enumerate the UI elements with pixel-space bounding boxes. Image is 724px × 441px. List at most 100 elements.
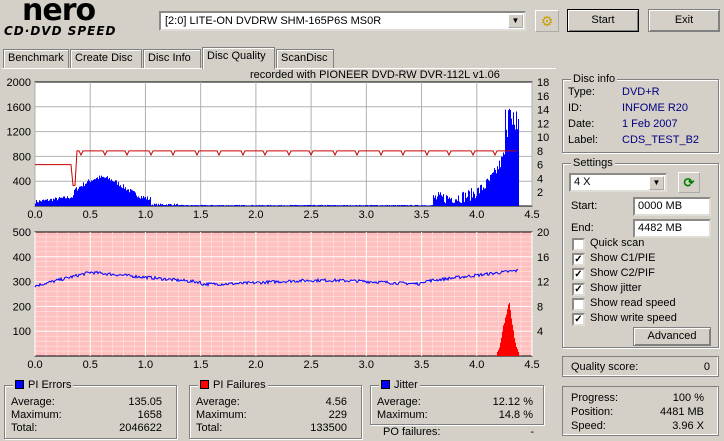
x-tick: 2.5 [303,209,318,221]
pie-swatch [15,380,24,389]
jitter-title: Jitter [394,379,418,391]
y-right-tick: 12 [537,277,549,289]
drive-select-value: [2:0] LITE-ON DVDRW SHM-165P6S MS0R [165,15,382,27]
x-tick: 3.0 [359,359,374,370]
exit-button[interactable]: Exit [648,9,720,32]
x-tick: 4.5 [524,359,539,370]
show-pie-label: Show C1/PIE [590,252,656,264]
y-left-tick: 400 [13,252,31,264]
end-input[interactable]: 4482 MB [633,219,711,238]
tab-scandisc[interactable]: ScanDisc [276,49,334,68]
progress-value: 100 % [672,392,704,404]
y-right-tick: 4 [537,173,543,185]
y-left-tick: 1200 [7,127,31,139]
chevron-down-icon[interactable]: ▼ [649,176,664,190]
show-pif-label: Show C2/PIF [590,267,655,279]
disc-label-label: Label: [568,134,598,146]
refresh-speed-button[interactable]: ⟳ [678,172,700,193]
x-tick: 4.0 [469,209,484,221]
position-label: Position: [571,406,614,418]
y-left-tick: 100 [13,326,31,338]
disc-type-label: Type: [568,86,595,98]
disc-type-value: DVD+R [622,86,660,98]
tab-benchmark[interactable]: Benchmark [3,49,69,68]
x-tick: 2.0 [248,359,263,370]
jitter-maximum-value: 14.8 % [498,409,533,421]
y-right-tick: 18 [537,77,549,89]
x-tick: 0.5 [83,209,98,221]
pi-failures-group: PI Failures Average: 4.56 Maximum: 229 T… [189,379,362,439]
pif-maximum-label: Maximum: [196,409,247,421]
y-right-tick: 6 [537,160,543,172]
disc-id-label: ID: [568,102,583,114]
x-tick: 2.0 [248,209,263,221]
jitter-maximum-label: Maximum: [377,409,428,421]
progress-label: Progress: [571,392,619,404]
settings-title: Settings [571,157,615,169]
pie-graph: 2000 1600 1200 800 400 18 16 1412 10 8 64 2 0.0 0.5 1.… [7,77,550,221]
y-right-tick: 20 [537,227,549,239]
position-value: 4481 MB [659,406,704,418]
advanced-button[interactable]: Advanced [633,327,711,346]
chevron-down-icon[interactable]: ▼ [508,14,523,28]
jitter-legend: Jitter [379,379,420,391]
jitter-average-value: 12.12 % [492,396,533,408]
y-right-tick: 16 [537,252,549,264]
quality-score-value: 0 [703,361,710,373]
y-left-tick: 800 [13,151,31,163]
x-tick: 3.5 [414,209,429,221]
show-jitter-checkbox[interactable]: ✓ [572,283,585,296]
show-pie-checkbox[interactable]: ✓ [572,253,585,266]
pif-total-value: 133500 [310,422,347,434]
y-right-tick: 16 [537,91,549,103]
tab-disc-info[interactable]: Disc Info [143,49,201,68]
y-left-tick: 300 [13,277,31,289]
pif-plot-area [34,231,533,357]
x-tick: 1.5 [193,359,208,370]
quality-score-box: Quality score: 0 [562,356,719,377]
jitter-group: Jitter Average: 12.12 % Maximum: 14.8 % [370,379,544,425]
show-pif-checkbox[interactable]: ✓ [572,268,585,281]
quality-score-label: Quality score: [571,361,639,373]
disc-label-value: CDS_TEST_B2 [622,134,700,146]
x-tick: 0.0 [27,209,42,221]
quick-scan-checkbox[interactable] [572,238,585,251]
pi-errors-group: PI Errors Average: 135.05 Maximum: 1658 … [4,379,177,439]
progress-box: Progress: 100 % Position: 4481 MB Speed:… [562,386,719,436]
y-right-tick: 2 [537,187,543,199]
speed-label: Speed: [571,420,606,432]
pi-failures-legend: PI Failures [198,379,268,391]
pie-maximum-label: Maximum: [11,409,62,421]
y-right-tick: 12 [537,118,549,130]
speed-select[interactable]: 4 X ▼ [569,173,667,192]
y-left-tick: 1600 [7,102,31,114]
y-right-tick: 8 [537,301,543,313]
show-read-speed-checkbox[interactable] [572,298,585,311]
start-input[interactable]: 0000 MB [633,197,711,216]
pie-total-value: 2046622 [119,422,162,434]
show-read-speed-label: Show read speed [590,297,676,309]
pie-average-value: 135.05 [128,396,162,408]
y-right-tick: 8 [537,146,543,158]
jitter-swatch [381,380,390,389]
start-button[interactable]: Start [567,9,639,32]
po-failures-label: PO failures: [383,426,441,438]
show-write-speed-checkbox[interactable]: ✓ [572,313,585,326]
pie-maximum-value: 1658 [137,409,162,421]
drive-select[interactable]: [2:0] LITE-ON DVDRW SHM-165P6S MS0R ▼ [159,11,526,31]
eject-refresh-button[interactable]: ⚙ [535,10,559,32]
pif-jitter-graph: 500 400 300 200 100 20 16 12 8 4 0.0 0.5 1.0 1.5 2.0 2.… [13,227,550,370]
tab-disc-quality[interactable]: Disc Quality [202,47,275,69]
y-left-tick: 500 [13,227,31,239]
x-tick: 4.5 [524,209,539,221]
tab-create-disc[interactable]: Create Disc [70,49,142,68]
disc-date-value: 1 Feb 2007 [622,118,678,130]
x-tick: 0.0 [27,359,42,370]
show-write-speed-label: Show write speed [590,312,677,324]
disc-icon: ⚙ [540,13,554,29]
refresh-icon: ⟳ [683,175,695,190]
x-tick: 1.0 [138,209,153,221]
x-tick: 4.0 [469,359,484,370]
disc-id-value: INFOME R20 [622,102,689,114]
disc-info-group: Disc info Type: DVD+R ID: INFOME R20 Dat… [562,73,719,153]
